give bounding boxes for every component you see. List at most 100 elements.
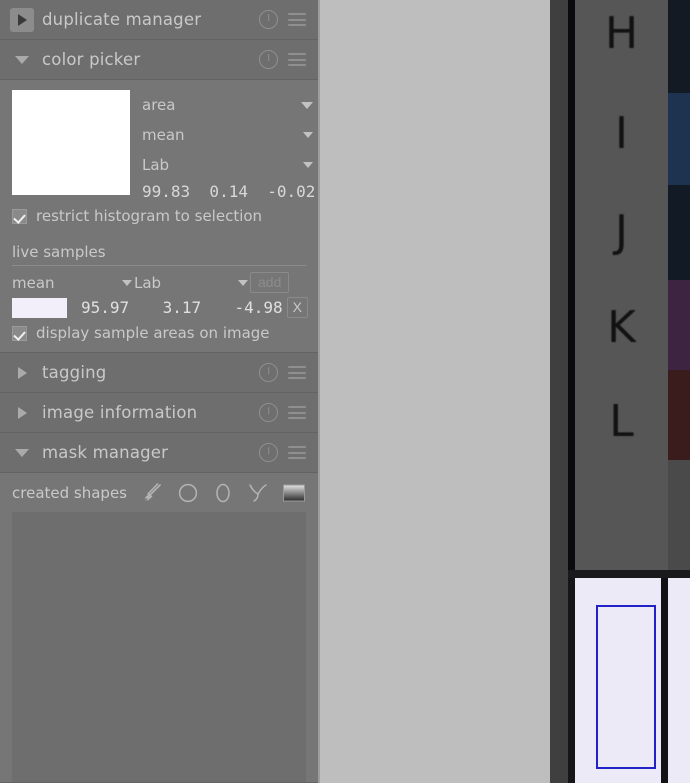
color-patch — [668, 0, 690, 93]
triangle-right-icon[interactable] — [10, 361, 34, 385]
live-samples-title: live samples — [12, 243, 106, 261]
colorchart-row-letters: H I J K L — [575, 0, 668, 570]
picked-color-values: 99.83 0.14 -0.02 — [142, 182, 316, 201]
presets-menu-icon[interactable] — [288, 406, 306, 419]
module-header-icons — [259, 10, 306, 29]
color-picker-main-row: area mean Lab 99.83 0.14 -0.02 — [0, 80, 318, 201]
chart-row-separator — [568, 570, 690, 578]
colorchart-bottom-row — [568, 570, 690, 783]
chart-left-shadow — [568, 578, 575, 783]
chart-letter-J: J — [615, 206, 628, 257]
module-body-color-picker: area mean Lab 99.83 0.14 -0.02 restrict … — [0, 80, 318, 353]
restrict-histogram-label: restrict histogram to selection — [36, 207, 263, 225]
display-sample-areas-checkbox[interactable] — [12, 325, 27, 341]
chevron-down-icon[interactable] — [303, 162, 314, 168]
shape-tools — [142, 482, 306, 504]
color-patch — [668, 185, 690, 280]
module-header-tagging[interactable]: tagging — [0, 353, 318, 393]
module-header-mask-manager[interactable]: mask manager — [0, 433, 318, 473]
chevron-down-icon[interactable] — [301, 101, 314, 109]
reset-icon[interactable] — [259, 403, 278, 422]
picker-colorspace-dropdown[interactable]: Lab — [142, 150, 315, 180]
picked-color-swatch — [12, 90, 130, 195]
display-sample-areas-label: display sample areas on image — [36, 324, 270, 342]
module-header-image-information[interactable]: image information — [0, 393, 318, 433]
center-canvas — [320, 0, 550, 783]
gradient-icon[interactable] — [282, 483, 306, 503]
chevron-down-icon[interactable] — [303, 132, 314, 138]
module-title-mask-manager: mask manager — [42, 443, 169, 462]
color-patch — [668, 93, 690, 185]
chart-letter-K: K — [607, 302, 636, 353]
live-sample-value-2: 3.17 — [162, 298, 202, 317]
image-edge-shadow — [550, 0, 568, 783]
chevron-down-icon[interactable] — [122, 279, 132, 286]
brush-icon[interactable] — [142, 482, 164, 504]
live-sample-value-3: -4.98 — [234, 298, 283, 317]
right-side-panel: duplicate manager color picker area mean… — [0, 0, 318, 783]
ellipse-icon[interactable] — [212, 482, 234, 504]
presets-menu-icon[interactable] — [288, 446, 306, 459]
remove-live-sample-button[interactable]: X — [286, 297, 308, 318]
live-samples-controls: mean Lab add — [0, 266, 318, 293]
reset-icon[interactable] — [259, 10, 278, 29]
triangle-right-icon[interactable] — [10, 7, 34, 32]
live-sample-value-1: 95.97 — [81, 298, 130, 317]
white-patch — [575, 578, 661, 783]
picker-mode-dropdown[interactable]: area — [142, 90, 315, 120]
picker-colorspace-label: Lab — [142, 156, 170, 174]
color-patch — [668, 370, 690, 460]
chart-letter-H: H — [604, 8, 639, 59]
module-body-mask-manager: created shapes — [0, 473, 318, 783]
picker-mode-label: area — [142, 96, 176, 114]
triangle-down-icon[interactable] — [10, 441, 34, 465]
reset-icon[interactable] — [259, 50, 278, 69]
presets-menu-icon[interactable] — [288, 53, 306, 66]
module-title-color-picker: color picker — [42, 50, 141, 69]
display-sample-areas-checkbox-row[interactable]: display sample areas on image — [0, 318, 318, 352]
app-root: duplicate manager color picker area mean… — [0, 0, 690, 783]
presets-menu-icon[interactable] — [288, 366, 306, 379]
triangle-down-icon[interactable] — [10, 48, 34, 72]
created-shapes-list[interactable] — [12, 512, 306, 782]
restrict-histogram-checkbox[interactable] — [12, 208, 27, 224]
module-title-tagging: tagging — [42, 363, 107, 382]
created-shapes-row: created shapes — [0, 473, 318, 510]
module-header-icons — [259, 403, 306, 422]
presets-menu-icon[interactable] — [288, 13, 306, 26]
triangle-right-icon[interactable] — [10, 401, 34, 425]
reset-icon[interactable] — [259, 363, 278, 382]
add-live-sample-button[interactable]: add — [250, 272, 290, 293]
chart-letter-I: I — [615, 108, 628, 159]
live-sample-swatch — [12, 297, 67, 318]
reset-icon[interactable] — [259, 443, 278, 462]
circle-icon[interactable] — [177, 482, 199, 504]
image-view[interactable]: H I J K L — [550, 0, 690, 783]
restrict-histogram-checkbox-row[interactable]: restrict histogram to selection — [0, 201, 318, 235]
picker-statistic-dropdown[interactable]: mean — [142, 120, 315, 150]
module-header-color-picker[interactable]: color picker — [0, 40, 318, 80]
created-shapes-label: created shapes — [12, 484, 127, 502]
live-samples-statistic-label: mean — [12, 273, 55, 292]
live-sample-area-overlay[interactable] — [596, 605, 656, 769]
picker-statistic-label: mean — [142, 126, 185, 144]
live-samples-statistic-dropdown[interactable]: mean — [12, 274, 134, 292]
color-patch — [668, 280, 690, 370]
live-samples-colorspace-label: Lab — [134, 273, 162, 292]
module-header-icons — [259, 363, 306, 382]
color-picker-fields: area mean Lab 99.83 0.14 -0.02 — [142, 90, 315, 201]
module-title-duplicate-manager: duplicate manager — [42, 10, 202, 29]
module-title-image-information: image information — [42, 403, 198, 422]
live-samples-colorspace-dropdown[interactable]: Lab — [134, 274, 250, 292]
module-header-icons — [259, 50, 306, 69]
path-icon[interactable] — [247, 482, 269, 504]
colorchart-patch-column — [668, 0, 690, 460]
chart-letter-L: L — [609, 396, 634, 447]
live-sample-values: 95.97 3.17 -4.98 — [67, 298, 287, 317]
chart-patch-divider — [661, 578, 668, 783]
chevron-down-icon[interactable] — [238, 279, 248, 286]
module-header-duplicate-manager[interactable]: duplicate manager — [0, 0, 318, 40]
live-sample-row[interactable]: 95.97 3.17 -4.98 X — [0, 293, 318, 318]
module-header-icons — [259, 443, 306, 462]
white-patch — [668, 578, 690, 783]
